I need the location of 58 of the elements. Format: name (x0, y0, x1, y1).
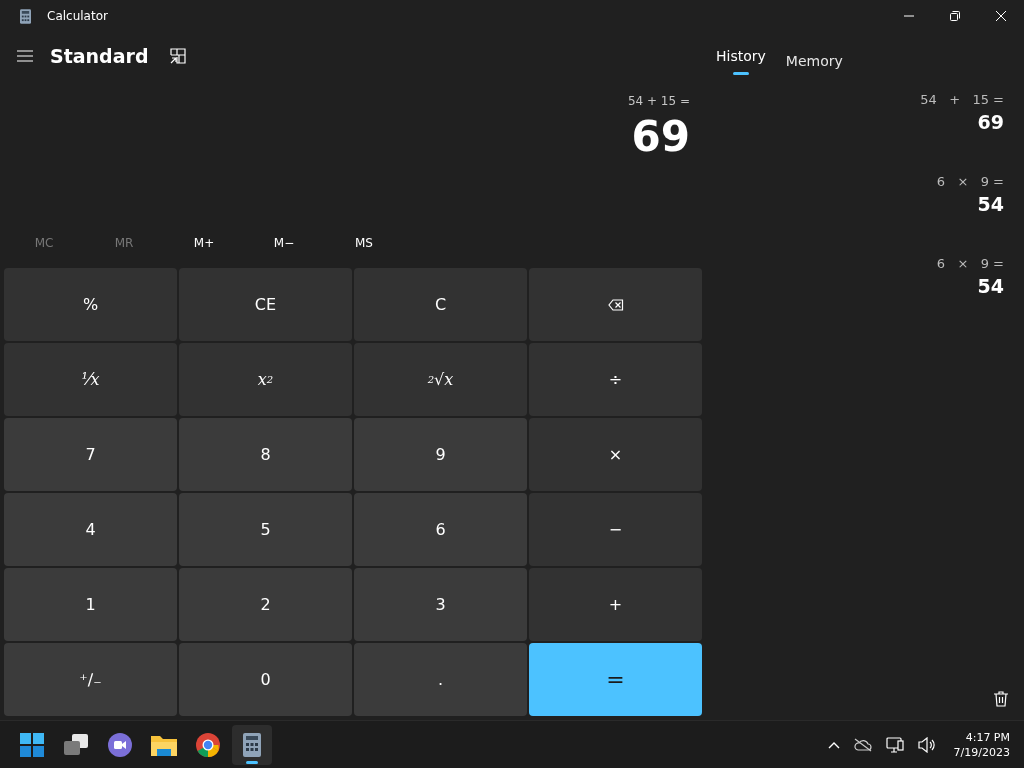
clock-date[interactable]: 7/19/2023 (953, 745, 1010, 759)
panel-tab[interactable]: History (716, 36, 766, 76)
result-display: 69 (631, 112, 690, 161)
expression: 54 + 15 = (627, 94, 690, 108)
equals-button[interactable]: = (529, 643, 702, 716)
keep-on-top-icon (169, 48, 186, 64)
key-button[interactable]: 1 (4, 568, 177, 641)
chat-icon (108, 732, 132, 757)
key-button[interactable]: ⁺∕₋ (4, 643, 177, 716)
calculator-icon (243, 732, 261, 757)
chevron-up-icon[interactable] (827, 740, 840, 749)
key-button[interactable]: 4 (4, 493, 177, 566)
key-button[interactable]: ⅟x (4, 343, 177, 416)
memory-button[interactable]: M+ (164, 228, 244, 258)
key-button[interactable]: 7 (4, 418, 177, 491)
key-button[interactable]: ÷ (529, 343, 702, 416)
network-icon[interactable] (885, 736, 904, 753)
window-title: Calculator (47, 9, 108, 23)
key-button[interactable]: + (529, 568, 702, 641)
speaker-icon[interactable] (917, 736, 936, 753)
history-result[interactable]: 54 (977, 275, 1004, 297)
menu-icon (17, 50, 33, 62)
key-button[interactable]: 0 (179, 643, 352, 716)
close-icon (995, 10, 1007, 22)
key-button[interactable]: × (529, 418, 702, 491)
key-button[interactable]: 2 (179, 568, 352, 641)
folder-icon (151, 733, 177, 756)
key-button[interactable]: 6 (354, 493, 527, 566)
history-expression[interactable]: 54 + 15 = (920, 92, 1004, 107)
key-button[interactable]: $^{2}$√x (354, 343, 527, 416)
history-expression[interactable]: 6 × 9 = (936, 174, 1004, 189)
browser-icon (196, 732, 220, 757)
memory-button[interactable]: MS (324, 228, 404, 258)
key-button[interactable]: − (529, 493, 702, 566)
panel-tab[interactable]: Memory (785, 36, 843, 76)
clock-time[interactable]: 4:17 PM (965, 730, 1010, 744)
key-button[interactable]: 9 (354, 418, 527, 491)
cloud-off-icon[interactable] (853, 737, 872, 752)
history-expression[interactable]: 6 × 9 = (936, 256, 1004, 271)
key-button[interactable]: CE (179, 268, 352, 341)
key-button[interactable]: 5 (179, 493, 352, 566)
backspace-icon (607, 298, 624, 311)
history-result[interactable]: 54 (977, 193, 1004, 215)
windows-logo-icon (20, 732, 44, 757)
memory-button[interactable]: M− (244, 228, 324, 258)
task-view-icon (64, 733, 88, 756)
key-button[interactable]: % (4, 268, 177, 341)
trash-icon (993, 691, 1009, 707)
calculator-icon (20, 8, 31, 24)
restore-icon (949, 10, 961, 22)
mode-title: Standard (50, 45, 149, 67)
history-result[interactable]: 69 (977, 111, 1004, 133)
key-button[interactable]: 3 (354, 568, 527, 641)
key-button[interactable]: 8 (179, 418, 352, 491)
key-button[interactable]: . (354, 643, 527, 716)
key-button[interactable]: x$^{2}$ (179, 343, 352, 416)
key-button[interactable]: C (354, 268, 527, 341)
taskbar-app[interactable] (232, 724, 272, 765)
